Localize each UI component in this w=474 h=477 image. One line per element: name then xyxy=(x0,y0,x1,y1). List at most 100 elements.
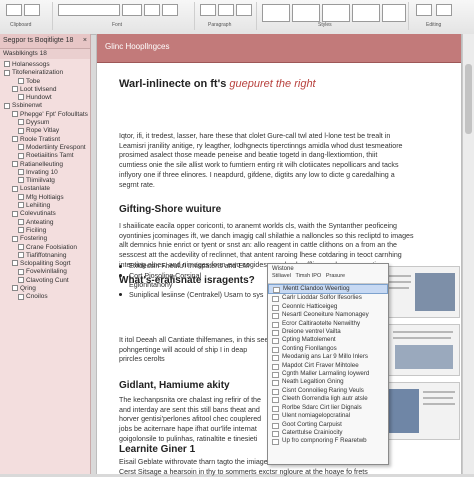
expand-icon[interactable] xyxy=(18,243,24,250)
nav-item[interactable]: Anteating xyxy=(4,219,90,227)
nav-item[interactable]: Tobe xyxy=(4,78,90,86)
style-normal-button[interactable] xyxy=(262,4,290,22)
nav-item[interactable]: Mfg Holtiaigs xyxy=(4,194,90,202)
expand-icon[interactable] xyxy=(18,152,24,159)
paste-icon[interactable] xyxy=(6,4,22,16)
find-icon[interactable] xyxy=(416,4,432,16)
expand-icon[interactable] xyxy=(18,218,24,225)
menu-item[interactable]: Cisnt Connoilieg Raring Veuls xyxy=(268,387,388,395)
menu-item[interactable]: Mapdot Cirt Fraver Mihtolee xyxy=(268,362,388,370)
nav-item[interactable]: Rope Vitlay xyxy=(4,127,90,135)
expand-icon[interactable] xyxy=(18,293,24,300)
menu-item[interactable]: Ecror Caltiraotelte Nenwilthy xyxy=(268,320,388,328)
expand-icon[interactable] xyxy=(18,169,24,176)
vertical-scrollbar[interactable] xyxy=(462,34,474,474)
nav-item[interactable]: Clavoting Cunt xyxy=(4,277,90,285)
expand-icon[interactable] xyxy=(18,252,24,259)
scrollbar-thumb[interactable] xyxy=(465,64,472,134)
expand-icon[interactable] xyxy=(18,177,24,184)
menu-item[interactable]: Neath Legaltion Gning xyxy=(268,378,388,387)
bullets-icon[interactable] xyxy=(200,4,216,16)
nav-item[interactable]: Lehiiting xyxy=(4,202,90,210)
expand-icon[interactable] xyxy=(12,86,18,93)
nav-item[interactable]: Cnoilos xyxy=(4,293,90,301)
menu-item[interactable]: Up fro compnoring F Rearetwb xyxy=(268,437,388,446)
font-size-select[interactable] xyxy=(122,4,142,16)
nav-item[interactable]: Dyysum xyxy=(4,119,90,127)
indent-icon[interactable] xyxy=(236,4,252,16)
nav-item[interactable]: Tlimiilvatg xyxy=(4,177,90,185)
nav-item[interactable]: Hundowt xyxy=(4,94,90,102)
expand-icon[interactable] xyxy=(18,277,24,283)
expand-icon[interactable] xyxy=(18,127,24,134)
expand-icon[interactable] xyxy=(12,160,18,167)
expand-icon[interactable] xyxy=(4,102,10,109)
nav-item[interactable]: Ratianelleuting xyxy=(4,161,90,169)
nav-item[interactable]: Fovelvinllaling xyxy=(4,268,90,276)
menu-header-label[interactable]: Timsh IPO xyxy=(295,273,321,279)
expand-icon[interactable] xyxy=(18,144,24,151)
nav-item[interactable]: Lostanlate xyxy=(4,185,90,193)
replace-icon[interactable] xyxy=(436,4,452,16)
font-family-select[interactable] xyxy=(58,4,120,16)
menu-item[interactable]: Cpting Mattolement xyxy=(268,336,388,345)
bold-icon[interactable] xyxy=(144,4,160,16)
style-heading2-button[interactable] xyxy=(322,4,350,22)
menu-item[interactable]: Caterttulse Crainiocity xyxy=(268,429,388,437)
nav-item[interactable]: Qring xyxy=(4,285,90,293)
nav-item[interactable]: Invating 10 xyxy=(4,169,90,177)
menu-item[interactable]: Cleeth Gorrendla ligh autr atsle xyxy=(268,395,388,404)
expand-icon[interactable] xyxy=(12,185,18,192)
nav-item[interactable]: Modertiinty Erespont xyxy=(4,144,90,152)
nav-item[interactable]: Colevutinats xyxy=(4,210,90,218)
expand-icon[interactable] xyxy=(12,135,18,142)
menu-item[interactable]: Meodanig ans Lar 9 Millo Inlers xyxy=(268,353,388,362)
expand-icon[interactable] xyxy=(18,77,24,84)
expand-icon[interactable] xyxy=(4,61,10,68)
menu-item[interactable]: Nesartl Ceoneiture Namonagey xyxy=(268,311,388,320)
nav-item[interactable]: Sclopaliting Sogrt xyxy=(4,260,90,268)
expand-icon[interactable] xyxy=(12,210,18,217)
nav-item[interactable]: Phepge' Fpt' Fofoulltats xyxy=(4,111,90,119)
style-subtitle-button[interactable] xyxy=(382,4,406,22)
page-thumbnail[interactable] xyxy=(384,382,460,440)
menu-item[interactable]: Mentt Clandoo Weertiog xyxy=(268,284,388,295)
expand-icon[interactable] xyxy=(12,235,18,242)
nav-item[interactable]: Fostering xyxy=(4,235,90,243)
cut-icon[interactable] xyxy=(24,4,40,16)
close-icon[interactable]: × xyxy=(83,34,87,48)
expand-icon[interactable] xyxy=(18,94,24,101)
expand-icon[interactable] xyxy=(12,285,18,292)
nav-item[interactable]: Tiafiffotnaning xyxy=(4,252,90,260)
expand-icon[interactable] xyxy=(18,119,24,126)
expand-icon[interactable] xyxy=(12,260,18,267)
menu-header-label[interactable]: Wistone xyxy=(272,266,294,272)
align-icon[interactable] xyxy=(218,4,234,16)
menu-item[interactable]: Cgnth Maller Larmaling Ioywerd xyxy=(268,370,388,379)
menu-header-label[interactable]: Stiliavel xyxy=(272,273,291,279)
page-thumbnail[interactable] xyxy=(380,266,460,318)
expand-icon[interactable] xyxy=(18,268,24,275)
nav-item[interactable]: Titofeneiratization xyxy=(4,69,90,77)
menu-item[interactable]: Ceonnlc Hatticeigeg xyxy=(268,303,388,311)
nav-item[interactable]: Roetiaiitins Tamt xyxy=(4,152,90,160)
nav-item[interactable]: Loot tivlsend xyxy=(4,86,90,94)
expand-icon[interactable] xyxy=(18,194,24,201)
nav-item[interactable]: Ssbinenwt xyxy=(4,102,90,110)
menu-item[interactable]: Ulent nomiagelopcratinal xyxy=(268,412,388,421)
menu-item[interactable]: Carlr Lioddar Solfor lfesorlies xyxy=(268,294,388,303)
italic-icon[interactable] xyxy=(162,4,178,16)
menu-item[interactable]: Rorlbe Sdarc Cirt lier Dignals xyxy=(268,404,388,412)
expand-icon[interactable] xyxy=(18,202,24,209)
menu-item[interactable]: Goot Corting Carpuist xyxy=(268,421,388,429)
nav-item[interactable]: Roole Tratisnt xyxy=(4,136,90,144)
nav-item[interactable]: Ficiling xyxy=(4,227,90,235)
style-title-button[interactable] xyxy=(352,4,380,22)
menu-item[interactable]: Conting Fionllangos xyxy=(268,345,388,353)
nav-item[interactable]: Holanessogs xyxy=(4,61,90,69)
expand-icon[interactable] xyxy=(12,111,18,118)
page-thumbnail[interactable] xyxy=(388,324,460,376)
menu-header-label[interactable]: Prasure xyxy=(326,273,345,279)
menu-item[interactable]: Dreione ventrel Vailta xyxy=(268,328,388,337)
nav-item[interactable]: Crane Foolsiation xyxy=(4,244,90,252)
